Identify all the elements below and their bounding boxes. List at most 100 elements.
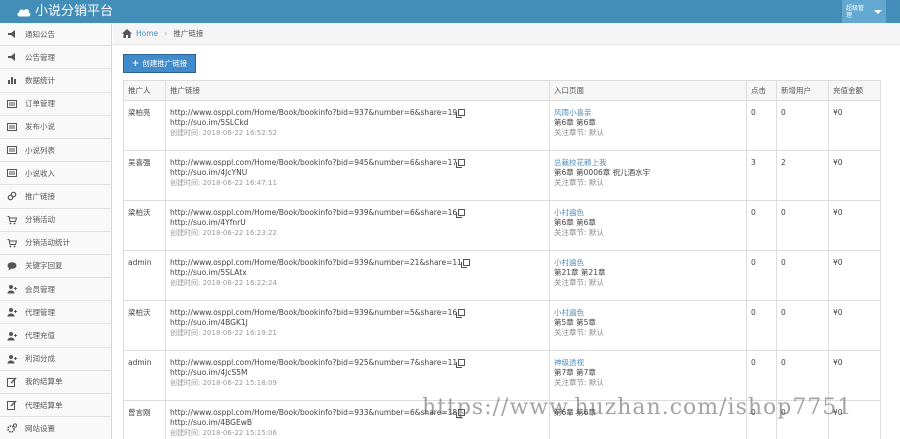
chapter-text: 第6章 第6章 xyxy=(554,118,596,127)
promo-url[interactable]: http://www.osppl.com/Home/Book/bookinfo?… xyxy=(170,208,457,217)
sidebar-item-novel-list[interactable]: 小说列表 xyxy=(0,138,111,163)
follow-chapter-note: 关注章节: 默认 xyxy=(554,278,604,287)
sidebar-item-agents[interactable]: 代理管理 xyxy=(0,301,111,325)
copy-icon[interactable] xyxy=(456,309,466,318)
amount-cell: ¥0 xyxy=(828,100,881,151)
short-url[interactable]: http://suo.im/4JcS5M xyxy=(170,368,545,378)
sidebar: 通知公告 公告管理 数据统计 订单管理 发布小说 小说列表 小说收入 推广链接 … xyxy=(0,23,112,439)
sidebar-item-site-settings[interactable]: 网站设置 xyxy=(0,417,111,439)
users-icon xyxy=(6,353,17,364)
sidebar-item-label: 数据统计 xyxy=(25,75,55,85)
new-users-cell: 0 xyxy=(776,100,829,151)
book-title-link[interactable]: 小村遍色 xyxy=(554,208,742,218)
col-header-amount[interactable]: 充值金额 xyxy=(828,80,881,101)
sidebar-item-members[interactable]: 会员管理 xyxy=(0,278,111,302)
sidebar-item-label: 网站设置 xyxy=(25,423,55,433)
sidebar-item-publish-novel[interactable]: 发布小说 xyxy=(0,115,111,139)
bar-chart-icon xyxy=(6,75,17,86)
promoter-cell: 梁柏亮 xyxy=(123,100,166,151)
link-cell: http://www.osppl.com/Home/Book/bookinfo?… xyxy=(165,150,550,201)
col-header-promoter[interactable]: 推广人 xyxy=(123,80,166,101)
promo-links-table: 推广人 推广链接 入口页面 点击 新增用户 充值金额 梁柏亮 http://ww… xyxy=(123,80,881,439)
copy-icon[interactable] xyxy=(456,109,466,118)
breadcrumb-home-link[interactable]: Home xyxy=(136,29,158,38)
sidebar-item-campaign-stats[interactable]: 分销活动统计 xyxy=(0,231,111,255)
book-title-link[interactable]: 小村遍色 xyxy=(554,258,742,268)
promo-url[interactable]: http://www.osppl.com/Home/Book/bookinfo?… xyxy=(170,258,462,267)
book-title-link[interactable]: 总裁校花赖上我 xyxy=(554,158,742,168)
promo-url[interactable]: http://www.osppl.com/Home/Book/bookinfo?… xyxy=(170,158,457,167)
col-header-new-users[interactable]: 新增用户 xyxy=(776,80,829,101)
entry-page-cell: 小村遍色 第5章 第5章 关注章节: 默认 xyxy=(549,300,747,351)
short-url[interactable]: http://suo.im/5SLCkd xyxy=(170,118,545,128)
copy-icon[interactable] xyxy=(456,159,466,168)
promoter-cell: admin xyxy=(123,350,166,401)
sidebar-item-label: 代理充值 xyxy=(25,331,55,341)
clicks-cell: 0 xyxy=(746,350,777,401)
chevron-right-icon: › xyxy=(164,29,168,38)
follow-chapter-note: 关注章节: 默认 xyxy=(554,378,604,387)
col-header-entry-page[interactable]: 入口页面 xyxy=(549,80,747,101)
sidebar-item-label: 分销活动统计 xyxy=(25,238,70,248)
link-cell: http://www.osppl.com/Home/Book/bookinfo?… xyxy=(165,200,550,251)
sidebar-item-label: 关键字回复 xyxy=(25,261,63,271)
sidebar-item-label: 发布小说 xyxy=(25,122,55,132)
sidebar-item-announcements[interactable]: 公告管理 xyxy=(0,46,111,70)
chapter-text: 第7章 第7章 xyxy=(554,368,596,377)
promoter-cell: admin xyxy=(123,250,166,301)
short-url[interactable]: http://suo.im/4BGK1J xyxy=(170,318,545,328)
chapter-text: 第21章 第21章 xyxy=(554,268,606,277)
sidebar-item-novel-income[interactable]: 小说收入 xyxy=(0,162,111,186)
book-title-link[interactable]: 风雨小喜亲 xyxy=(554,108,742,118)
sidebar-item-label: 我的结算单 xyxy=(25,377,63,387)
promo-url[interactable]: http://www.osppl.com/Home/Book/bookinfo?… xyxy=(170,308,457,317)
short-url[interactable]: http://suo.im/4YfnrU xyxy=(170,218,545,228)
promo-url[interactable]: http://www.osppl.com/Home/Book/bookinfo?… xyxy=(170,358,457,367)
copy-icon[interactable] xyxy=(456,359,466,368)
promo-url[interactable]: http://www.osppl.com/Home/Book/bookinfo?… xyxy=(170,108,457,117)
book-title-link[interactable]: 神级透视 xyxy=(554,358,742,368)
book-title-link[interactable]: 小村遍色 xyxy=(554,308,742,318)
sidebar-item-label: 分销活动 xyxy=(25,215,55,225)
entry-page-cell: 小村遍色 第6章 第6章 关注章节: 默认 xyxy=(549,200,747,251)
col-header-clicks[interactable]: 点击 xyxy=(746,80,777,101)
short-url[interactable]: http://suo.im/5SLAtx xyxy=(170,268,545,278)
table-row: 吴喜强 http://www.osppl.com/Home/Book/booki… xyxy=(123,150,881,201)
col-header-link[interactable]: 推广链接 xyxy=(165,80,550,101)
created-time: 创建时间: 2018-06-22 16:52:52 xyxy=(170,129,277,137)
new-users-cell: 0 xyxy=(776,350,829,401)
sidebar-item-keyword-reply[interactable]: 关键字回复 xyxy=(0,254,111,279)
copy-icon[interactable] xyxy=(460,259,470,268)
sidebar-item-campaigns[interactable]: 分销活动 xyxy=(0,208,111,232)
table-row: admin http://www.osppl.com/Home/Book/boo… xyxy=(123,250,881,301)
sidebar-item-label: 代理管理 xyxy=(25,307,55,317)
cart-icon xyxy=(6,214,17,225)
sidebar-item-label: 通知公告 xyxy=(25,29,55,39)
app-title: 小说分销平台 xyxy=(35,4,114,19)
sidebar-item-orders[interactable]: 订单管理 xyxy=(0,92,111,116)
promoter-cell: 梁柏沃 xyxy=(123,200,166,251)
users-icon xyxy=(6,330,17,341)
sidebar-item-promo-links[interactable]: 推广链接 xyxy=(0,185,111,209)
chapter-text: 第6章 第6章 xyxy=(554,218,596,227)
cart-icon xyxy=(6,237,17,248)
promo-url[interactable]: http://www.osppl.com/Home/Book/bookinfo?… xyxy=(170,408,457,417)
brand[interactable]: 小说分销平台 xyxy=(16,3,113,20)
sidebar-item-notices[interactable]: 通知公告 xyxy=(0,23,111,47)
follow-chapter-note: 关注章节: 默认 xyxy=(554,328,604,337)
create-promo-link-button[interactable]: + 创建推广链接 xyxy=(123,54,196,73)
sidebar-item-my-settlements[interactable]: 我的结算单 xyxy=(0,370,111,394)
promoter-cell: 吴喜强 xyxy=(123,150,166,201)
sidebar-item-agent-recharge[interactable]: 代理充值 xyxy=(0,324,111,348)
amount-cell: ¥0 xyxy=(828,250,881,301)
user-menu[interactable]: 超级管理 xyxy=(842,0,886,23)
follow-chapter-note: 关注章节: 默认 xyxy=(554,178,604,187)
short-url[interactable]: http://suo.im/4JcYNU xyxy=(170,168,545,178)
copy-icon[interactable] xyxy=(456,209,466,218)
sidebar-item-statistics[interactable]: 数据统计 xyxy=(0,69,111,93)
sidebar-item-profit-share[interactable]: 利润分成 xyxy=(0,347,111,371)
list-icon xyxy=(6,168,17,179)
sidebar-item-agent-settlements[interactable]: 代理结算单 xyxy=(0,394,111,418)
sidebar-item-label: 代理结算单 xyxy=(25,400,63,410)
plus-icon: + xyxy=(131,58,140,69)
